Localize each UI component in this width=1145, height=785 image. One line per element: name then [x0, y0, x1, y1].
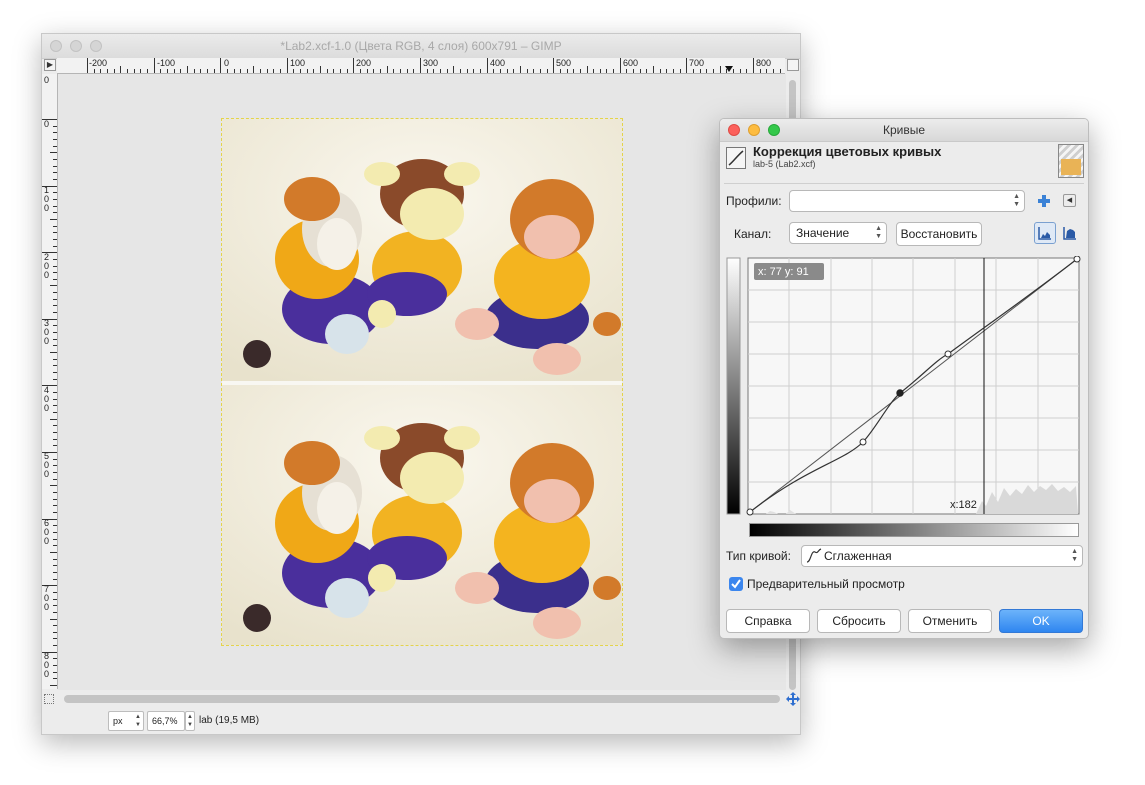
- help-button[interactable]: Справка: [726, 609, 810, 633]
- zoom-value: 66,7%: [152, 716, 178, 726]
- zoom-spin[interactable]: ▲ ▼: [185, 711, 195, 731]
- channel-label: Канал:: [734, 227, 772, 241]
- window-title: *Lab2.xcf-1.0 (Цвета RGB, 4 слоя) 600x79…: [280, 39, 562, 53]
- curve-point-selected[interactable]: [896, 389, 904, 397]
- profile-menu-icon[interactable]: ◀: [1063, 194, 1076, 207]
- ruler-label: 700: [689, 58, 705, 68]
- reset-button[interactable]: Сбросить: [817, 609, 901, 633]
- ruler-label: 1 0 0: [44, 185, 50, 213]
- ruler-label: 4 0 0: [44, 385, 50, 413]
- ruler-label: 5 0 0: [44, 451, 50, 479]
- log-histogram-icon[interactable]: [1060, 223, 1080, 243]
- restore-button[interactable]: Восстановить: [896, 222, 982, 246]
- spin-arrows-icon: ▲ ▼: [1071, 548, 1078, 563]
- checkmark-icon: [731, 579, 741, 589]
- ruler-label: 8 0 0: [44, 651, 50, 679]
- curves-graph[interactable]: x: 77 y: 91 x:182: [726, 255, 1082, 520]
- status-bar: px ▲ ▼ 66,7% ▲ ▼ lab (19,5 MB): [42, 706, 800, 734]
- cursor-readout: x:182: [950, 499, 977, 511]
- curves-graph-area[interactable]: x: 77 y: 91 x:182: [726, 255, 1082, 520]
- curve-type-value: Сглаженная: [824, 549, 892, 563]
- title-bar[interactable]: *Lab2.xcf-1.0 (Цвета RGB, 4 слоя) 600x79…: [42, 34, 800, 59]
- ruler-label: 3 0 0: [44, 318, 50, 346]
- quick-mask-icon[interactable]: [44, 694, 54, 704]
- curve-type-label: Тип кривой:: [726, 549, 791, 563]
- preview-label[interactable]: Предварительный просмотр: [747, 577, 905, 591]
- unit-selector[interactable]: px ▲ ▼: [108, 711, 144, 731]
- unit-value: px: [113, 716, 123, 726]
- smooth-curve-icon: [806, 547, 822, 571]
- image-divider: [222, 381, 622, 385]
- input-gradient-bar: [726, 257, 741, 515]
- navigate-icon[interactable]: [786, 692, 800, 706]
- spin-arrows-icon: ▲ ▼: [135, 714, 141, 728]
- ruler-label: -100: [157, 58, 176, 68]
- spin-arrows-icon: ▲ ▼: [187, 714, 193, 728]
- horizontal-ruler[interactable]: -200 -100 0 100 200 300 400 500 600 700 …: [57, 58, 785, 74]
- zoom-icon[interactable]: [787, 59, 799, 71]
- ruler-label: 0: [44, 75, 50, 85]
- dialog-heading: Коррекция цветовых кривых: [753, 144, 942, 159]
- menu-arrow-icon[interactable]: ▶: [44, 59, 56, 71]
- linear-histogram-icon[interactable]: [1034, 222, 1056, 244]
- ruler-label: 0: [44, 119, 50, 129]
- curve-point[interactable]: [1073, 255, 1081, 263]
- cancel-button[interactable]: Отменить: [908, 609, 992, 633]
- ruler-label: 400: [490, 58, 506, 68]
- ruler-label: 300: [423, 58, 439, 68]
- dialog-title-bar[interactable]: Кривые: [720, 119, 1088, 142]
- status-info: lab (19,5 MB): [199, 715, 260, 726]
- dialog-subheading: lab-5 (Lab2.xcf): [753, 159, 816, 169]
- ruler-label: 600: [623, 58, 639, 68]
- curve-point[interactable]: [944, 350, 952, 358]
- add-profile-icon[interactable]: [1037, 194, 1051, 208]
- curve-type-combo[interactable]: Сглаженная ▲ ▼: [801, 545, 1083, 567]
- zoom-field[interactable]: 66,7%: [147, 711, 185, 731]
- ruler-label: 500: [556, 58, 572, 68]
- profiles-label: Профили:: [726, 194, 782, 208]
- channel-value: Значение: [796, 226, 850, 240]
- layer-thumbnail: [1058, 144, 1084, 178]
- pointer-readout: x: 77 y: 91: [758, 266, 809, 278]
- ruler-label: 7 0 0: [44, 584, 50, 612]
- layer-preview-image: [1061, 159, 1081, 175]
- ruler-label: -200: [89, 58, 108, 68]
- curves-tool-icon: [726, 147, 746, 169]
- ruler-label: 2 0 0: [44, 252, 50, 280]
- preview-checkbox[interactable]: [729, 577, 743, 591]
- channel-combo[interactable]: Значение ▲ ▼: [789, 222, 887, 244]
- ruler-label: 100: [290, 58, 306, 68]
- curve-point[interactable]: [746, 508, 754, 516]
- spin-arrows-icon: ▲ ▼: [1013, 193, 1020, 208]
- profiles-combo[interactable]: ▲ ▼: [789, 190, 1025, 212]
- pointer-marker-icon: [725, 66, 733, 72]
- ruler-label: 6 0 0: [44, 518, 50, 546]
- curves-dialog: Кривые Коррекция цветовых кривых lab-5 (…: [719, 118, 1089, 639]
- spin-arrows-icon: ▲ ▼: [875, 225, 882, 240]
- dialog-title: Кривые: [882, 123, 926, 137]
- horizontal-scrollbar[interactable]: [64, 695, 780, 703]
- curve-point[interactable]: [859, 438, 867, 446]
- vertical-ruler[interactable]: 0 0 1 0 0 2 0 0 3 0 0 4 0 0 5 0 0 6 0 0 …: [42, 74, 58, 689]
- ruler-label: 800: [756, 58, 772, 68]
- output-gradient-bar: [749, 523, 1079, 537]
- ok-button[interactable]: OK: [999, 609, 1083, 633]
- ruler-label: 200: [356, 58, 372, 68]
- gimp-image-window: *Lab2.xcf-1.0 (Цвета RGB, 4 слоя) 600x79…: [41, 33, 801, 735]
- ruler-label: 0: [224, 58, 230, 68]
- separator: [724, 183, 1084, 184]
